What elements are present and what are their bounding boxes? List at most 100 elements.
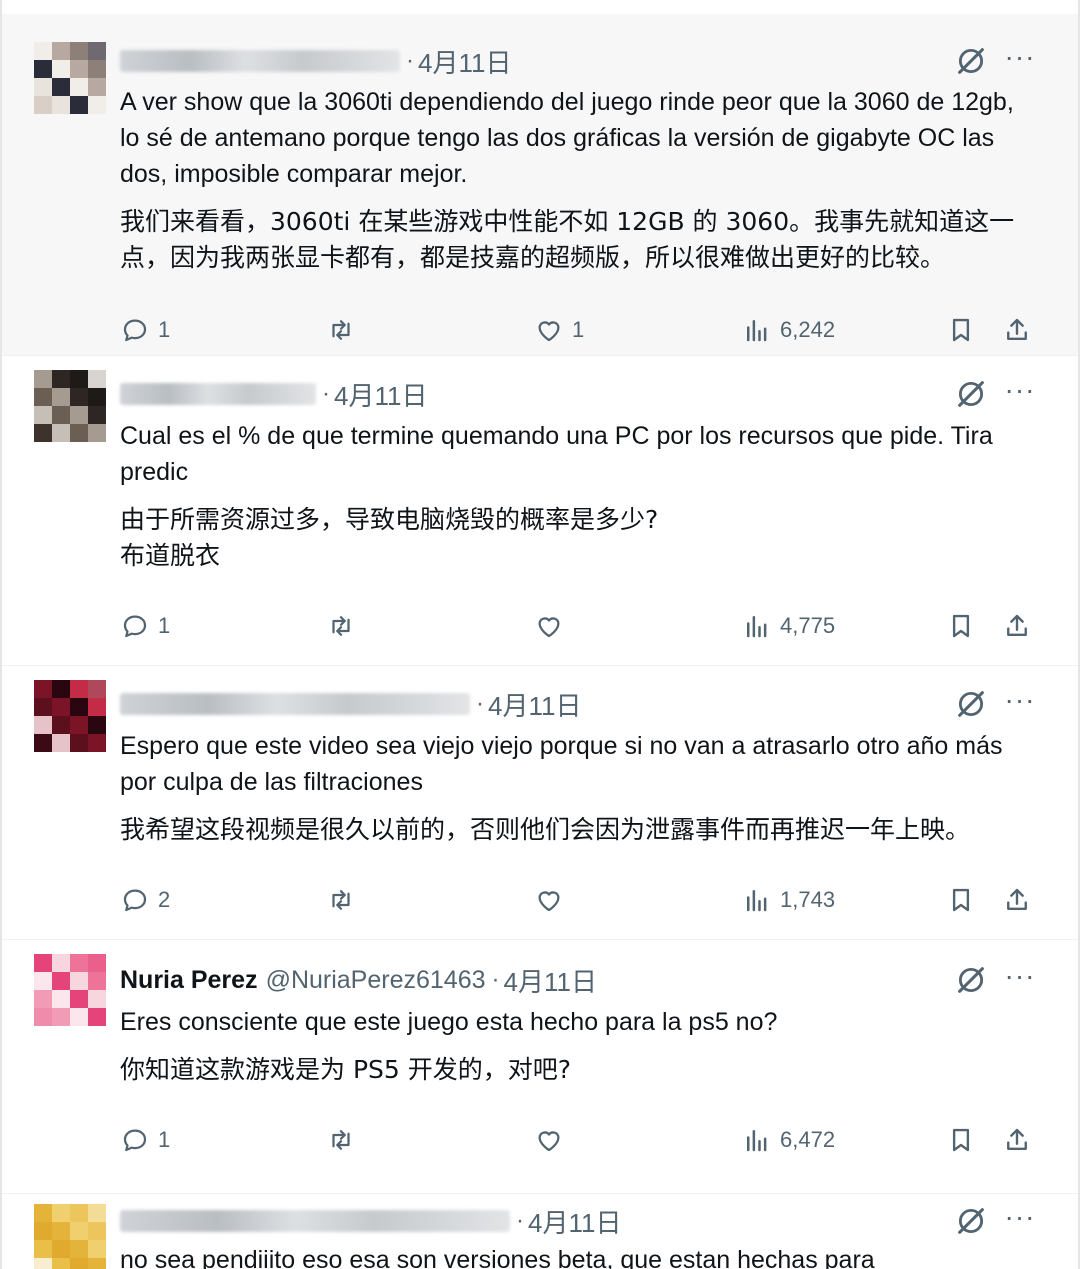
avatar-pixel (88, 716, 106, 734)
bookmark-icon (952, 888, 970, 912)
retweet-button[interactable] (326, 606, 364, 646)
tweet-date[interactable]: 4月11日 (418, 43, 511, 80)
reply-button[interactable]: 1 (120, 1120, 170, 1160)
tweet-date[interactable]: 4月11日 (488, 686, 581, 723)
avatar-pixel (70, 388, 88, 406)
reply-tweet[interactable]: · 4月11日 ··· Espero que este video sea viejo… (2, 666, 1078, 940)
views-button[interactable]: 6,472 (742, 1120, 835, 1160)
avatar-pixel (88, 96, 106, 114)
more-icon[interactable]: ··· (1004, 962, 1036, 997)
tweet-text: Eres consciente que este juego esta hech… (120, 1008, 778, 1036)
avatar-pixel (70, 972, 88, 990)
retweet-button[interactable] (326, 880, 364, 920)
tweet-text: Espero que este video sea viejo viejo po… (120, 732, 1003, 796)
more-icon[interactable]: ··· (1004, 1203, 1036, 1238)
more-icon[interactable]: ··· (1004, 43, 1036, 78)
like-button[interactable] (534, 880, 572, 920)
reply-button[interactable]: 1 (120, 606, 170, 646)
like-button[interactable] (534, 1120, 572, 1160)
avatar[interactable] (34, 954, 106, 1026)
views-button[interactable]: 6,242 (742, 310, 835, 350)
avatar-pixel (88, 680, 106, 698)
avatar-pixel (34, 370, 52, 388)
views-count: 6,242 (780, 317, 836, 342)
avatar-pixel (88, 424, 106, 442)
avatar-pixel (34, 972, 52, 990)
bookmark-button[interactable] (946, 1120, 976, 1160)
share-button[interactable] (1002, 310, 1032, 350)
avatar-pixel (52, 1222, 70, 1240)
grok-icon[interactable] (954, 1204, 988, 1238)
avatar-pixel (52, 406, 70, 424)
like-icon (538, 891, 560, 912)
tweet-date[interactable]: 4月11日 (504, 962, 597, 999)
grok-icon[interactable] (954, 377, 988, 411)
views-count: 6,472 (780, 1127, 836, 1152)
reply-timeline: · 4月11日 ··· A ver show que la 3060ti depend… (0, 0, 1080, 1269)
avatar-pixel (52, 96, 70, 114)
avatar-pixel (70, 1258, 88, 1269)
share-button[interactable] (1002, 606, 1032, 646)
avatar[interactable] (34, 370, 106, 442)
share-button[interactable] (1002, 1120, 1032, 1160)
more-icon[interactable]: ··· (1004, 376, 1036, 411)
views-button[interactable]: 1,743 (742, 880, 835, 920)
avatar-pixel (70, 1204, 88, 1222)
views-icon (747, 616, 767, 638)
avatar-pixel (88, 42, 106, 60)
display-name[interactable]: Nuria Perez (120, 966, 258, 995)
like-button[interactable] (534, 606, 572, 646)
avatar-pixel (52, 42, 70, 60)
avatar-pixel (34, 734, 52, 752)
reply-icon (123, 1129, 147, 1152)
grok-icon[interactable] (954, 44, 988, 78)
avatar-pixel (34, 1008, 52, 1026)
tweet-translation: 我们来看看，3060ti 在某些游戏中性能不如 12GB 的 3060。我事先就… (120, 207, 1015, 272)
reply-tweet[interactable]: · 4月11日 ··· no sea pendiiito eso esa son ve… (2, 1194, 1078, 1269)
avatar-pixel (52, 972, 70, 990)
share-icon (1007, 318, 1027, 340)
user-handle[interactable]: @NuriaPerez61463 (266, 966, 486, 995)
more-icon[interactable]: ··· (1004, 686, 1036, 721)
reply-icon (123, 889, 147, 912)
avatar-pixel (34, 680, 52, 698)
like-count: 1 (572, 317, 585, 342)
tweet-date[interactable]: 4月11日 (334, 376, 427, 413)
retweet-button[interactable] (326, 310, 364, 350)
bookmark-button[interactable] (946, 310, 976, 350)
bookmark-icon (952, 1128, 970, 1152)
reply-tweet[interactable]: · 4月11日 ··· Cual es el % de que termine que… (2, 356, 1078, 666)
views-button[interactable]: 4,775 (742, 606, 835, 646)
avatar-pixel (88, 972, 106, 990)
bookmark-button[interactable] (946, 880, 976, 920)
separator-dot: · (516, 1207, 524, 1234)
avatar-pixel (34, 96, 52, 114)
reply-tweet[interactable]: · 4月11日 ··· A ver show que la 3060ti depend… (2, 14, 1078, 356)
reply-button[interactable]: 2 (120, 880, 170, 920)
retweet-button[interactable] (326, 1120, 364, 1160)
avatar-pixel (70, 698, 88, 716)
tweet-translation: 你知道这款游戏是为 PS5 开发的，对吧? (120, 1055, 572, 1084)
avatar-pixel (70, 60, 88, 78)
avatar[interactable] (34, 680, 106, 752)
avatar-pixel (70, 424, 88, 442)
tweet-header: · 4月11日 (120, 1204, 621, 1238)
like-button[interactable]: 1 (534, 310, 584, 350)
bookmark-button[interactable] (946, 606, 976, 646)
tweet-actions: 2 1,743 (120, 880, 1040, 920)
avatar-pixel (70, 990, 88, 1008)
avatar-pixel (70, 1222, 88, 1240)
reply-tweet[interactable]: Nuria Perez @NuriaPerez61463 · 4月11日 ··· Eres… (2, 940, 1078, 1194)
avatar[interactable] (34, 42, 106, 114)
tweet-date[interactable]: 4月11日 (528, 1203, 621, 1240)
reply-button[interactable]: 1 (120, 310, 170, 350)
avatar-pixel (52, 954, 70, 972)
share-button[interactable] (1002, 880, 1032, 920)
grok-icon[interactable] (954, 963, 988, 997)
views-count: 1,743 (780, 887, 836, 912)
avatar[interactable] (34, 1204, 106, 1269)
avatar-pixel (34, 1240, 52, 1258)
grok-icon[interactable] (954, 687, 988, 721)
grok-icon-glyph (958, 691, 984, 717)
tweet-text: no sea pendiiito eso esa son versiones b… (120, 1246, 875, 1269)
